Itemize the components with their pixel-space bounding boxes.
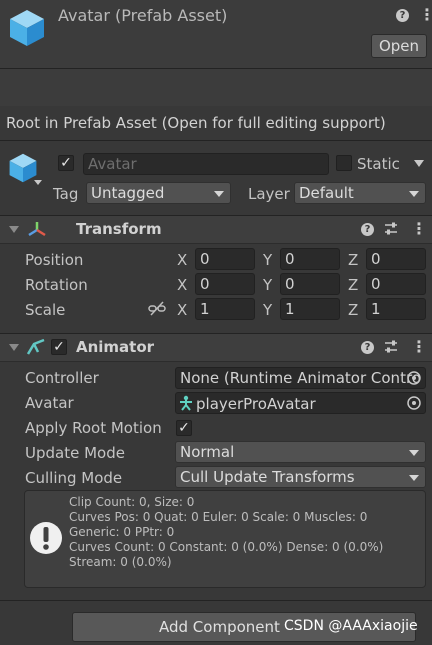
- position-y-field[interactable]: 0: [280, 248, 340, 270]
- animator-foldout-icon[interactable]: [9, 344, 19, 351]
- open-button[interactable]: Open: [371, 34, 427, 58]
- update-mode-dropdown[interactable]: Normal: [175, 441, 426, 463]
- header-band: [0, 68, 432, 107]
- scale-y-label[interactable]: Y: [263, 301, 272, 319]
- rotation-x-field[interactable]: 0: [195, 273, 255, 295]
- avatar-value: playerProAvatar: [196, 395, 316, 413]
- rotation-y-field[interactable]: 0: [280, 273, 340, 295]
- humanoid-icon: [179, 395, 193, 415]
- divider: [0, 600, 432, 601]
- update-mode-label: Update Mode: [25, 444, 125, 462]
- static-dropdown-arrow[interactable]: [414, 160, 424, 167]
- preset-sliders-icon[interactable]: [383, 339, 399, 359]
- kebab-menu-icon[interactable]: ⋮: [419, 7, 432, 23]
- animator-title: Animator: [76, 338, 155, 356]
- add-component-label: Add Component: [159, 618, 280, 636]
- warning-icon: [29, 521, 63, 559]
- layer-label: Layer: [248, 185, 290, 203]
- watermark: CSDN @AAAxiaojie: [284, 618, 418, 634]
- help-icon[interactable]: ?: [361, 223, 374, 236]
- gameobject-name-field[interactable]: Avatar: [83, 153, 329, 175]
- rotation-z-field[interactable]: 0: [366, 273, 426, 295]
- scale-x-field[interactable]: 1: [195, 298, 255, 320]
- position-z-field[interactable]: 0: [366, 248, 426, 270]
- controller-value: None (Runtime Animator Contro: [180, 369, 421, 387]
- position-z-label[interactable]: Z: [348, 251, 358, 269]
- layer-value: Default: [299, 184, 354, 202]
- window-title: Avatar (Prefab Asset): [58, 6, 228, 25]
- rotation-label: Rotation: [25, 276, 88, 294]
- help-icon[interactable]: ?: [361, 341, 374, 354]
- static-checkbox[interactable]: [336, 155, 352, 171]
- culling-mode-label: Culling Mode: [25, 469, 123, 487]
- chevron-down-icon: [409, 191, 419, 197]
- animator-enabled-checkbox[interactable]: ✓: [51, 339, 67, 355]
- rotation-y-label[interactable]: Y: [263, 276, 272, 294]
- position-x-field[interactable]: 0: [195, 248, 255, 270]
- position-label: Position: [25, 251, 84, 269]
- kebab-menu-icon[interactable]: ⋮: [411, 339, 427, 355]
- controller-label: Controller: [25, 369, 99, 387]
- prefab-info-text: Root in Prefab Asset (Open for full edit…: [6, 114, 386, 132]
- scale-label: Scale: [25, 301, 66, 319]
- transform-title: Transform: [76, 220, 162, 238]
- tag-label: Tag: [53, 185, 79, 203]
- rotation-x-label[interactable]: X: [177, 276, 187, 294]
- culling-mode-value: Cull Update Transforms: [180, 468, 355, 486]
- info-line-5: Stream: 0 (0.0%): [69, 555, 172, 569]
- rotation-z-label[interactable]: Z: [348, 276, 358, 294]
- help-icon[interactable]: ?: [396, 9, 409, 22]
- info-line-1: Clip Count: 0, Size: 0: [69, 495, 195, 509]
- cube-icon: [8, 8, 46, 52]
- info-line-2: Curves Pos: 0 Quat: 0 Euler: 0 Scale: 0 …: [69, 510, 368, 524]
- controller-field[interactable]: None (Runtime Animator Contro: [175, 367, 426, 389]
- info-line-3: Generic: 0 PPtr: 0: [69, 525, 175, 539]
- position-y-label[interactable]: Y: [263, 251, 272, 269]
- scale-z-label[interactable]: Z: [348, 301, 358, 319]
- static-label: Static: [357, 155, 400, 173]
- update-mode-value: Normal: [180, 443, 235, 461]
- info-line-4: Curves Count: 0 Constant: 0 (0.0%) Dense…: [69, 540, 384, 554]
- transform-foldout-icon[interactable]: [9, 226, 19, 233]
- link-scale-icon[interactable]: [148, 301, 166, 321]
- icon-dropdown-arrow[interactable]: [34, 180, 42, 185]
- object-picker-icon[interactable]: [406, 395, 422, 415]
- kebab-menu-icon[interactable]: ⋮: [411, 221, 427, 237]
- active-checkbox[interactable]: ✓: [58, 155, 74, 171]
- scale-x-label[interactable]: X: [177, 301, 187, 319]
- chevron-down-icon: [214, 191, 224, 197]
- preset-sliders-icon[interactable]: [383, 221, 399, 241]
- chevron-down-icon: [409, 475, 419, 481]
- avatar-label: Avatar: [25, 394, 74, 412]
- object-picker-icon[interactable]: [406, 370, 422, 390]
- tag-value: Untagged: [91, 184, 165, 202]
- prefab-info-bar: Root in Prefab Asset (Open for full edit…: [0, 106, 432, 141]
- chevron-down-icon: [409, 450, 419, 456]
- scale-y-field[interactable]: 1: [280, 298, 340, 320]
- position-x-label[interactable]: X: [177, 251, 187, 269]
- apply-root-motion-label: Apply Root Motion: [25, 419, 162, 437]
- transform-axes-icon: [27, 220, 47, 242]
- culling-mode-dropdown[interactable]: Cull Update Transforms: [175, 466, 426, 488]
- scale-z-field[interactable]: 1: [366, 298, 426, 320]
- tag-dropdown[interactable]: Untagged: [86, 182, 231, 204]
- layer-dropdown[interactable]: Default: [294, 182, 426, 204]
- animator-icon: [26, 338, 46, 360]
- apply-root-motion-checkbox[interactable]: ✓: [176, 420, 192, 436]
